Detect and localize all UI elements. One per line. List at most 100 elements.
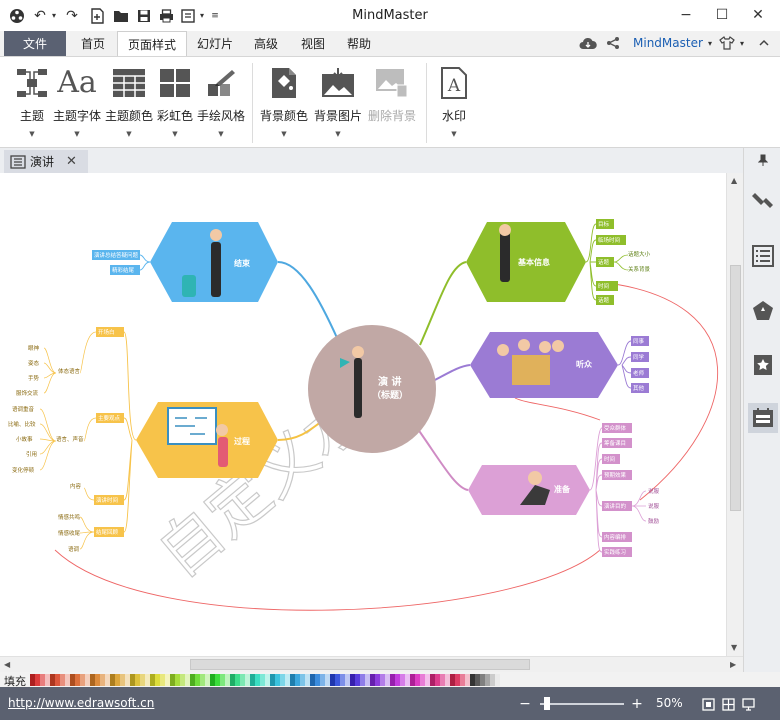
slides-panel-icon[interactable] (748, 403, 778, 433)
shirt-skin-icon[interactable] (718, 34, 736, 52)
scroll-down-arrow-icon[interactable]: ▼ (731, 643, 737, 652)
theme-dropdown-icon: ▼ (29, 130, 35, 138)
account-brand-link[interactable]: MindMaster (633, 36, 703, 50)
subitem-label: 关系背景 (628, 265, 651, 273)
watermark-button[interactable]: A 水印 ▼ (434, 65, 474, 143)
topic-label: 基本信息 (517, 257, 550, 267)
scroll-left-arrow-icon[interactable]: ◀ (4, 660, 10, 669)
tab-advanced[interactable]: 高级 (243, 31, 289, 56)
background-image-button[interactable]: 背景图片 ▼ (312, 65, 364, 143)
preparation-subitems: 说服 说服 鼓励 (648, 487, 660, 525)
subtopic-connector (631, 490, 647, 522)
subtopic-label: 结尾回顾 (96, 528, 119, 536)
fit-page-icon[interactable] (700, 695, 716, 713)
tab-slideshow[interactable]: 幻灯片 (189, 31, 241, 56)
subtopic-label: 精彩结尾 (112, 266, 135, 274)
ribbon-separator (252, 63, 253, 143)
rainbow-color-button[interactable]: 彩虹色 ▼ (155, 65, 195, 143)
color-swatch[interactable] (495, 674, 500, 686)
subtopic-label: 临场时间 (598, 236, 620, 244)
subtopic-label: 话题 (598, 296, 610, 304)
presentation-mode-icon[interactable] (740, 695, 756, 713)
theme-button[interactable]: 主题 ▼ (12, 65, 52, 143)
print-icon[interactable] (158, 7, 174, 25)
subtopic-label: 主要观点 (98, 414, 121, 422)
file-menu-tab[interactable]: 文件 (4, 31, 66, 56)
preparation-subtopics: 受众群体 筹备课目 时间 预期效果 演讲目的 内容编排 实践练习 (602, 423, 632, 557)
subitem-label: 鼓励 (648, 517, 660, 525)
undo-icon[interactable]: ↶ (32, 7, 48, 25)
website-link[interactable]: http://www.edrawsoft.cn (8, 696, 154, 710)
tab-help[interactable]: 帮助 (336, 31, 382, 56)
subitem-label: 语调 (68, 545, 80, 553)
audience-subtopics: 同事 同学 老师 其他 (631, 336, 649, 393)
pin-icon[interactable] (748, 150, 778, 170)
open-folder-icon[interactable] (112, 7, 130, 25)
watermark-icon: A (440, 65, 468, 101)
clipart-icon[interactable] (748, 350, 778, 380)
vertical-scroll-thumb[interactable] (730, 265, 741, 511)
skin-dropdown-icon[interactable]: ▾ (738, 35, 746, 53)
theme-font-button[interactable]: Aa 主题字体 ▼ (52, 65, 102, 143)
document-tab[interactable]: 演讲 ✕ (4, 150, 88, 173)
vertical-scrollbar[interactable]: ▲ ▼ (726, 173, 743, 656)
rainbow-label: 彩虹色 (156, 109, 193, 123)
theme-color-button[interactable]: 主题颜色 ▼ (104, 65, 154, 143)
tab-page-style[interactable]: 页面样式 (117, 31, 187, 57)
mindmap-canvas[interactable]: 自定义水印 演 讲 （标题） 基本信息 目标 临场时间 话题 时间 话题 话题大… (0, 173, 726, 656)
share-icon[interactable] (604, 34, 622, 52)
background-color-dropdown-icon: ▼ (281, 130, 287, 138)
document-tab-label: 演讲 (30, 155, 55, 169)
subitem-label: 情感收尾 (58, 529, 81, 537)
central-topic-title: 演 讲 (378, 375, 401, 388)
color-swatches[interactable] (30, 674, 500, 686)
subitem-label: 姿态 (28, 359, 40, 367)
remove-background-button: 删除背景 (366, 65, 418, 143)
zoom-in-icon[interactable]: + (630, 695, 644, 713)
subtopic-connector (139, 254, 151, 271)
subtopic-connector (617, 340, 632, 389)
subitem-label: 体态语言 (58, 367, 81, 375)
close-button[interactable]: ✕ (743, 4, 773, 26)
background-color-button[interactable]: 背景颜色 ▼ (258, 65, 310, 143)
zoom-slider-handle[interactable] (544, 697, 550, 710)
subtopic-label: 目标 (598, 220, 610, 228)
customize-toolbar-icon[interactable]: ≡ (210, 7, 220, 25)
export-icon[interactable] (180, 7, 196, 25)
subtopic-label: 演讲时间 (96, 496, 118, 504)
hand-drawn-button[interactable]: 手绘风格 ▼ (196, 65, 246, 143)
zoom-slider-track[interactable] (540, 703, 624, 705)
outline-list-icon[interactable] (748, 241, 778, 271)
subtopic-label: 受众群体 (604, 424, 627, 432)
theme-label: 主题 (19, 109, 44, 123)
scroll-up-arrow-icon[interactable]: ▲ (731, 176, 737, 185)
title-bar: ↶ ▾ ↷ ▾ ≡ MindMaster − ☐ ✕ (0, 0, 780, 31)
close-tab-icon[interactable]: ✕ (66, 154, 77, 169)
undo-dropdown-icon[interactable]: ▾ (50, 7, 58, 25)
color-palette-bar: 填充 (0, 672, 780, 688)
collapse-ribbon-icon[interactable] (756, 34, 772, 52)
minimize-button[interactable]: − (671, 4, 701, 26)
icon-gallery-icon[interactable] (748, 296, 778, 326)
maximize-button[interactable]: ☐ (707, 4, 737, 26)
save-icon[interactable] (136, 7, 152, 25)
horizontal-scrollbar[interactable]: ◀ ▶ (0, 656, 743, 672)
export-dropdown-icon[interactable]: ▾ (198, 7, 206, 25)
ribbon-tab-bar: 文件 首页 页面样式 幻灯片 高级 视图 帮助 MindMaster ▾ ▾ (0, 31, 780, 57)
topic-label: 过程 (234, 436, 250, 446)
background-image-label: 背景图片 (313, 109, 362, 123)
account-dropdown-icon[interactable]: ▾ (706, 35, 714, 53)
new-file-icon[interactable] (88, 7, 106, 25)
horizontal-scroll-thumb[interactable] (190, 659, 530, 670)
cloud-icon[interactable] (578, 34, 598, 52)
tab-view[interactable]: 视图 (290, 31, 336, 56)
split-view-icon[interactable] (720, 695, 736, 713)
format-brush-icon[interactable] (748, 186, 778, 216)
scroll-right-arrow-icon[interactable]: ▶ (730, 660, 736, 669)
audience-head-icon (518, 339, 530, 351)
tab-home[interactable]: 首页 (70, 31, 116, 56)
process-subtopics: 开场白 主要观点 演讲时间 结尾回顾 (94, 327, 124, 537)
zoom-out-icon[interactable]: − (518, 695, 532, 713)
redo-icon[interactable]: ↷ (64, 7, 80, 25)
relationship-line (599, 281, 719, 501)
